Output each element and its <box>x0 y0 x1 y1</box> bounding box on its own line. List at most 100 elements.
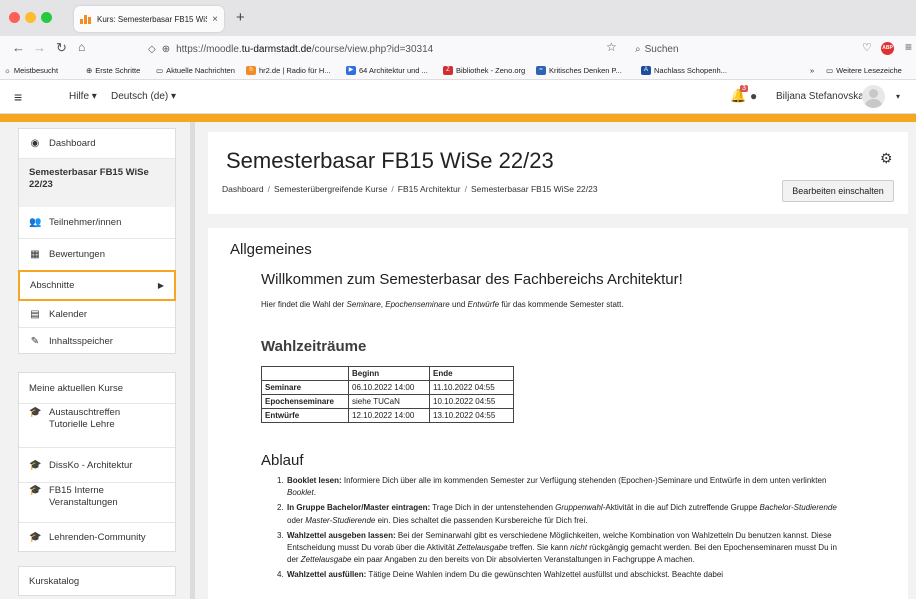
welcome-heading: Willkommen zum Semesterbasar des Fachber… <box>261 271 683 288</box>
ablauf-heading: Ablauf <box>261 452 304 469</box>
moodle-navbar: ≡ Hilfe ▾ Deutsch (de) ▾ 🔔 3 ● Biljana S… <box>0 80 916 114</box>
course-content: Allgemeines Willkommen zum Semesterbasar… <box>208 228 908 599</box>
my-courses-heading[interactable]: Meine aktuellen Kurse <box>19 373 175 403</box>
url-host: tu-darmstadt.de <box>241 43 312 55</box>
election-periods-table: Beginn Ende Seminare 06.10.2022 14:00 11… <box>261 366 514 423</box>
close-window-button[interactable] <box>9 12 20 23</box>
graduation-cap-icon: 🎓 <box>29 532 42 543</box>
notification-count-badge: 3 <box>740 85 748 92</box>
more-bookmarks-button[interactable]: » <box>810 66 814 75</box>
graduation-cap-icon: 🎓 <box>29 459 42 471</box>
bookmark-item[interactable]: A Nachlass Schopenh... <box>641 66 727 75</box>
sidebar-item-grades[interactable]: ▦ Bewertungen <box>19 239 175 269</box>
list-item: 3. Wahlzettel ausgeben lassen: Bei der Se… <box>277 530 837 565</box>
browser-toolbar: ← → ↻ ⌂ ◇ ⊕ https://moodle. tu-darmstadt.… <box>0 36 916 62</box>
browser-tab[interactable]: Kurs: Semesterbasar FB15 WiSe × <box>74 6 224 32</box>
tab-title: Kurs: Semesterbasar FB15 WiSe <box>97 14 208 24</box>
sidebar-course-austauschtreffen[interactable]: 🎓 Austauschtreffen Tutorielle Lehre <box>19 407 175 443</box>
section-title: Allgemeines <box>230 241 312 258</box>
table-row: Entwürfe 12.10.2022 14:00 13.10.2022 04:… <box>261 408 514 423</box>
url-bar[interactable]: ◇ ⊕ https://moodle. tu-darmstadt.de/cours… <box>148 39 628 59</box>
table-header-row: Beginn Ende <box>261 366 514 381</box>
caret-right-icon: ▶ <box>157 281 164 290</box>
edit-mode-button[interactable]: Bearbeiten einschalten <box>782 180 894 202</box>
bookmark-item[interactable]: h hr2.de | Radio für H... <box>246 66 331 75</box>
bookmark-item[interactable]: ☼ Meistbesucht <box>4 66 58 75</box>
messages-icon[interactable]: ● <box>750 89 757 103</box>
sidebar-item-catalog[interactable]: Kurskatalog <box>19 567 175 595</box>
folder-icon: ▭ <box>826 66 834 75</box>
zeno-icon: Z <box>443 66 453 75</box>
moodle-favicon-icon <box>80 14 92 24</box>
user-menu-caret-icon[interactable]: ▾ <box>896 92 900 101</box>
search-placeholder: Suchen <box>644 43 679 55</box>
calendar-icon: ▤ <box>30 309 40 320</box>
zoom-window-button[interactable] <box>41 12 52 23</box>
breadcrumb-item[interactable]: Semesterbasar FB15 WiSe 22/23 <box>471 184 598 194</box>
booklet-link[interactable]: Booklet <box>287 488 314 497</box>
gear-icon[interactable]: ⚙ <box>880 150 893 167</box>
avatar[interactable] <box>862 85 885 108</box>
sidebar-item-participants[interactable]: 👥 Teilnehmer/innen <box>19 207 175 238</box>
breadcrumb-item[interactable]: Dashboard <box>222 184 264 194</box>
graduation-cap-icon: 🎓 <box>29 485 42 496</box>
list-item: 1. Booklet lesen: Informiere Dich über al… <box>277 476 827 498</box>
bookmark-item[interactable]: ≈ Kritisches Denken P... <box>536 66 622 75</box>
url-path: /course/view.php?id=30314 <box>311 43 434 55</box>
course-nav-block: ◉ Dashboard Semesterbasar FB15 WiSe 22/2… <box>18 128 176 354</box>
video-icon: ▶ <box>346 66 356 75</box>
search-icon: ⌕ <box>635 43 641 55</box>
bookmark-star-icon[interactable]: ☆ <box>606 40 617 54</box>
bookmark-item[interactable]: ▭ Aktuelle Nachrichten <box>156 66 235 75</box>
sidebar-item-sections[interactable]: Abschnitte ▶ <box>18 270 176 301</box>
brush-icon: ✎ <box>30 335 40 347</box>
sidebar-course-lehrenden[interactable]: 🎓 Lehrenden-Community <box>19 523 175 552</box>
catalog-block: Kurskatalog <box>18 566 176 596</box>
sidebar-item-content-bank[interactable]: ✎ Inhaltsspeicher <box>19 328 175 354</box>
bookmark-item[interactable]: ⊕ Erste Schritte <box>86 66 140 75</box>
other-bookmarks[interactable]: ▭ Weitere Lesezeiche <box>826 66 902 75</box>
accent-bar <box>0 114 916 122</box>
user-name[interactable]: Biljana Stefanovska <box>776 91 864 102</box>
browser-menu-icon[interactable]: ≡ <box>905 40 912 54</box>
breadcrumb-item[interactable]: Semesterübergreifende Kurse <box>274 184 387 194</box>
adblock-icon[interactable]: ABP <box>881 42 894 55</box>
home-icon[interactable]: ⌂ <box>78 40 85 54</box>
folder-icon: ▭ <box>156 66 164 75</box>
search-field[interactable]: ⌕ Suchen <box>635 40 855 58</box>
intro-text: Hier findet die Wahl der Seminare, Epoch… <box>261 300 624 309</box>
sidebar-item-course[interactable]: Semesterbasar FB15 WiSe 22/23 <box>19 159 175 207</box>
breadcrumb: Dashboard / Semesterübergreifende Kurse / FB… <box>222 184 598 194</box>
dashboard-icon: ◉ <box>30 138 40 149</box>
new-tab-button[interactable]: + <box>236 9 245 26</box>
grades-table-icon: ▦ <box>30 248 40 260</box>
page-header: Semesterbasar FB15 WiSe 22/23 ⚙ Dashboar… <box>208 132 908 214</box>
sidebar-course-fb15[interactable]: 🎓 FB15 Interne Veranstaltungen <box>19 485 175 521</box>
wahlzeitraeume-heading: Wahlzeiträume <box>261 338 367 355</box>
back-arrow-icon[interactable]: ← <box>12 40 25 55</box>
shield-icon: ◇ <box>148 43 156 55</box>
language-menu[interactable]: Deutsch (de) ▾ <box>111 91 176 102</box>
archive-icon: A <box>641 66 651 75</box>
minimize-window-button[interactable] <box>25 12 36 23</box>
drawer-toggle-icon[interactable]: ≡ <box>14 89 22 105</box>
lock-icon: ⊕ <box>161 43 171 55</box>
help-menu[interactable]: Hilfe ▾ <box>69 91 97 102</box>
forward-arrow-icon[interactable]: → <box>33 40 46 55</box>
steps-list: 1. Booklet lesen: Informiere Dich über al… <box>277 475 847 582</box>
hr2-icon: h <box>246 66 256 75</box>
sidebar-scrollbar[interactable] <box>190 122 195 599</box>
my-courses-block: Meine aktuellen Kurse 🎓 Austauschtreffen… <box>18 372 176 552</box>
sidebar-item-calendar[interactable]: ▤ Kalender <box>19 302 175 327</box>
bookmark-item[interactable]: ▶ 64 Architektur und ... <box>346 66 428 75</box>
table-row: Epochenseminare siehe TUCaN 10.10.2022 0… <box>261 394 514 409</box>
breadcrumb-item[interactable]: FB15 Architektur <box>398 184 461 194</box>
list-item: 4. Wahlzettel ausfüllen: Tätige Deine Wah… <box>277 570 724 580</box>
reload-icon[interactable]: ↻ <box>56 40 67 56</box>
url-prefix: https://moodle. <box>176 43 242 55</box>
sidebar-course-dissko[interactable]: 🎓 DissKo - Architektur <box>19 448 175 482</box>
pocket-icon[interactable]: ♡ <box>862 41 872 54</box>
sidebar-item-dashboard[interactable]: ◉ Dashboard <box>19 129 175 158</box>
tab-close-icon[interactable]: × <box>212 14 218 25</box>
bookmark-item[interactable]: Z Bibliothek - Zeno.org <box>443 66 525 75</box>
